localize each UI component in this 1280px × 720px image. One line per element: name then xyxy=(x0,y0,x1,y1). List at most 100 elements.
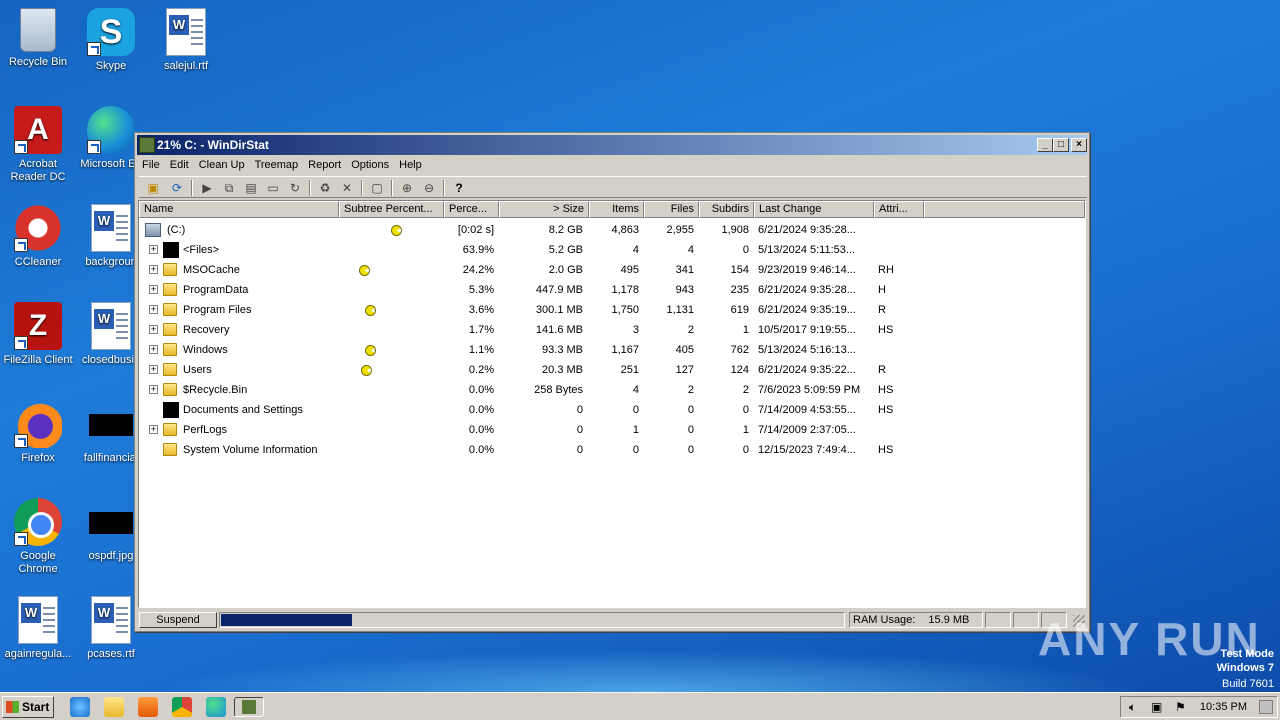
windirstat-taskbar-button[interactable] xyxy=(234,697,264,717)
internet-explorer-icon[interactable] xyxy=(70,697,90,717)
explorer-icon[interactable]: ▤ xyxy=(243,180,259,196)
menu-options[interactable]: Options xyxy=(346,155,394,175)
desktop-icon-skype[interactable]: S Skype xyxy=(73,8,149,73)
minimize-button[interactable]: _ xyxy=(1037,138,1053,152)
row-size: 447.9 MB xyxy=(535,284,583,296)
delete-icon[interactable]: ✕ xyxy=(339,180,355,196)
row-last-change: 6/21/2024 9:35:28... xyxy=(758,284,856,296)
column-subdirs[interactable]: Subdirs xyxy=(699,201,754,218)
desktop-icon-acrobat[interactable]: Acrobat Reader DC xyxy=(0,106,76,184)
expand-toggle-icon[interactable]: + xyxy=(149,425,158,434)
shortcut-arrow-icon xyxy=(87,140,101,154)
row-files: 943 xyxy=(675,284,694,296)
start-button[interactable]: Start xyxy=(2,696,54,718)
column-files[interactable]: Files xyxy=(644,201,699,218)
row-size: 0 xyxy=(576,444,583,456)
action-center-flag-icon[interactable]: ⚑ xyxy=(1175,700,1186,714)
row-name: Documents and Settings xyxy=(183,404,303,416)
row-last-change: 6/21/2024 9:35:19... xyxy=(758,304,856,316)
column-percentage[interactable]: Perce... xyxy=(444,201,499,218)
expand-toggle-icon[interactable]: + xyxy=(149,365,158,374)
skype-icon: S xyxy=(87,8,135,56)
table-row[interactable]: + $Recycle.Bin 0.0% 258 Bytes 4 2 2 7/6/2023 5:… xyxy=(139,380,1085,400)
row-items: 1 xyxy=(632,424,639,436)
table-row[interactable]: + Windows 1.1% 93.3 MB 1,167 405 762 5/13/2024 … xyxy=(139,340,1085,360)
row-attributes: HS xyxy=(878,444,894,456)
table-row[interactable]: System Volume Information 0.0% 0 0 0 0 12/15/2… xyxy=(139,440,1085,460)
table-row[interactable]: Documents and Settings 0.0% 0 0 0 0 7/14/2009 … xyxy=(139,400,1085,420)
zoom-in-icon[interactable]: ⊕ xyxy=(399,180,415,196)
refresh-selected-icon[interactable]: ↻ xyxy=(287,180,303,196)
table-row[interactable]: + PerfLogs 0.0% 0 1 0 1 7/14/2009 2:37:05... xyxy=(139,420,1085,440)
column-subtree-percent[interactable]: Subtree Percent... xyxy=(339,201,444,218)
desktop-icon-firefox[interactable]: Firefox xyxy=(0,400,76,465)
desktop-icon-filezilla[interactable]: Z FileZilla Client xyxy=(0,302,76,367)
table-row[interactable]: (C:) [0:02 s] 8.2 GB 4,863 2,955 1,908 6/21/20… xyxy=(139,220,1085,240)
row-last-change: 6/21/2024 9:35:22... xyxy=(758,364,856,376)
column-last-change[interactable]: Last Change xyxy=(754,201,874,218)
menu-treemap[interactable]: Treemap xyxy=(250,155,304,175)
menu-file[interactable]: File xyxy=(137,155,165,175)
close-button[interactable]: × xyxy=(1071,138,1087,152)
expand-toggle-icon[interactable]: + xyxy=(149,385,158,394)
toolbar-separator xyxy=(309,180,311,196)
table-row[interactable]: + <Files> 63.9% 5.2 GB 4 4 0 5/13/2024 5:11:53.… xyxy=(139,240,1085,260)
chrome-taskbar-icon[interactable] xyxy=(172,697,192,717)
row-files: 0 xyxy=(687,424,694,436)
volume-icon[interactable]: 🔈︎ xyxy=(1129,700,1136,715)
row-name: Windows xyxy=(183,344,228,356)
recycle-icon[interactable]: ♻ xyxy=(317,180,333,196)
drive-icon xyxy=(145,223,161,237)
title-bar[interactable]: 21% C: - WinDirStat _ □ × xyxy=(137,135,1087,155)
zoom-out-icon[interactable]: ⊖ xyxy=(421,180,437,196)
show-desktop-button[interactable] xyxy=(1259,700,1273,714)
expand-toggle-icon[interactable]: + xyxy=(149,325,158,334)
row-items: 4,863 xyxy=(611,224,639,236)
row-name: Users xyxy=(183,364,212,376)
desktop-icon-againregula[interactable]: againregula... xyxy=(0,596,76,661)
new-folder-icon[interactable]: ▢ xyxy=(369,180,385,196)
menu-report[interactable]: Report xyxy=(303,155,346,175)
command-prompt-icon[interactable]: ▭ xyxy=(265,180,281,196)
maximize-button[interactable]: □ xyxy=(1053,138,1069,152)
refresh-all-icon[interactable]: ⟳ xyxy=(169,180,185,196)
expand-toggle-icon[interactable]: + xyxy=(149,305,158,314)
system-tray: 🔈︎ ▣ ⚑ 10:35 PM xyxy=(1120,696,1278,718)
table-row[interactable]: + ProgramData 5.3% 447.9 MB 1,178 943 235 6/21/… xyxy=(139,280,1085,300)
expand-toggle-icon[interactable]: + xyxy=(149,345,158,354)
edge-taskbar-icon[interactable] xyxy=(206,697,226,717)
suspend-button[interactable]: Suspend xyxy=(139,612,217,628)
column-items[interactable]: Items xyxy=(589,201,644,218)
column-attributes[interactable]: Attri... xyxy=(874,201,924,218)
desktop-icon-ccleaner[interactable]: CCleaner xyxy=(0,204,76,269)
menu-clean-up[interactable]: Clean Up xyxy=(194,155,250,175)
help-icon[interactable]: ? xyxy=(451,180,467,196)
table-row[interactable]: + MSOCache 24.2% 2.0 GB 495 341 154 9/23/2019 9… xyxy=(139,260,1085,280)
row-name: System Volume Information xyxy=(183,444,318,456)
table-row[interactable]: + Program Files 3.6% 300.1 MB 1,750 1,131 619 6… xyxy=(139,300,1085,320)
row-attributes: R xyxy=(878,364,886,376)
table-row[interactable]: + Recovery 1.7% 141.6 MB 3 2 1 10/5/2017 9:19:5… xyxy=(139,320,1085,340)
windows-version-text: Windows 7 xyxy=(1216,662,1274,674)
network-icon[interactable]: ▣ xyxy=(1151,700,1162,714)
row-last-change: 10/5/2017 9:19:55... xyxy=(758,324,856,336)
desktop-icon-chrome[interactable]: Google Chrome xyxy=(0,498,76,576)
copy-path-icon[interactable]: ⧉ xyxy=(221,180,237,196)
clock[interactable]: 10:35 PM xyxy=(1200,697,1247,717)
table-row[interactable]: + Users 0.2% 20.3 MB 251 127 124 6/21/2024 9:35… xyxy=(139,360,1085,380)
open-folder-icon[interactable]: ▣ xyxy=(145,180,161,196)
column-name[interactable]: Name xyxy=(139,201,339,218)
media-player-icon[interactable] xyxy=(138,697,158,717)
menu-edit[interactable]: Edit xyxy=(165,155,194,175)
menu-help[interactable]: Help xyxy=(394,155,427,175)
expand-toggle-icon[interactable]: + xyxy=(149,285,158,294)
expand-toggle-icon[interactable]: + xyxy=(149,265,158,274)
file-explorer-icon[interactable] xyxy=(104,697,124,717)
desktop-icon-recycle-bin[interactable]: Recycle Bin xyxy=(0,8,76,69)
desktop-icon-salejul[interactable]: salejul.rtf xyxy=(148,8,224,73)
play-icon[interactable]: ▶ xyxy=(199,180,215,196)
row-last-change: 7/14/2009 4:53:55... xyxy=(758,404,856,416)
column-size[interactable]: > Size xyxy=(499,201,589,218)
expand-toggle-icon[interactable]: + xyxy=(149,245,158,254)
progress-fill xyxy=(221,614,352,626)
